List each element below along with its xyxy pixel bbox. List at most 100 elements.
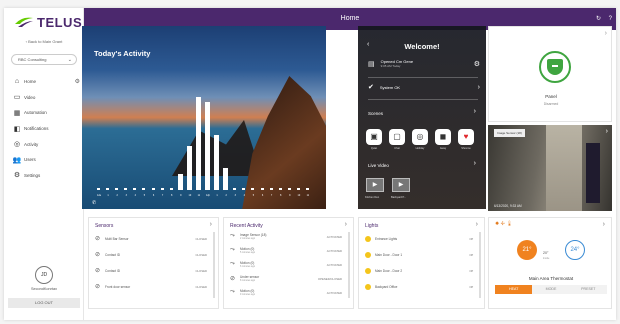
scenes-label: Scenes <box>368 111 384 116</box>
thermostat-tabs: HEAT MODE PRESET <box>495 285 607 294</box>
chevron-right-icon[interactable]: › <box>345 221 347 228</box>
chevron-right-icon[interactable]: › <box>210 221 212 228</box>
sidebar-item-home[interactable]: ⌂ Home ⚙ <box>10 74 80 90</box>
activity-baseline-mark <box>278 188 282 190</box>
sidebar-item-label: Video <box>24 94 36 100</box>
activity-baseline-mark <box>124 188 128 190</box>
system-status-row[interactable]: ✔ System OK › <box>368 83 480 92</box>
phone-icon[interactable]: ✆ <box>92 200 96 206</box>
sidebar-item-video[interactable]: ▭ Video <box>10 90 80 106</box>
sidebar-item-users[interactable]: 👥 Users <box>10 152 80 168</box>
scene-away-button[interactable]: ◼ <box>435 129 451 145</box>
light-row[interactable]: Entrance Lights Off <box>365 234 473 243</box>
scene-label: Shovme <box>461 147 471 150</box>
gear-icon[interactable]: ⚙ <box>75 78 80 85</box>
scrollbar[interactable] <box>479 232 481 298</box>
sensor-value: CLOSED <box>195 236 207 241</box>
scene-label: Quiet <box>370 147 378 150</box>
sensor-row[interactable]: ⊘ Contact ID CLOSED <box>95 266 207 275</box>
recent-activity-title[interactable]: Recent Activity <box>230 223 263 229</box>
scene-holiday-button[interactable]: ◎ <box>412 129 428 145</box>
sensor-name: Multi Bar Sensor <box>105 236 129 241</box>
sensor-row[interactable]: ⊘ Contact ID CLOSED <box>95 250 207 259</box>
live-video-thumb-backyard[interactable]: ▶ <box>392 178 410 192</box>
activity-row[interactable]: ⤳ Image Sensor (18) 2 minutes ago ACTIVATED <box>230 232 342 241</box>
recent-activity-card: Recent Activity › ⤳ Image Sensor (18) 2 mi… <box>223 217 354 309</box>
chevron-right-icon[interactable]: › <box>606 128 608 135</box>
chevron-right-icon[interactable]: › <box>474 108 476 115</box>
user-name: SecondKonrtax <box>31 287 57 291</box>
heat-setpoint[interactable]: 21° <box>517 240 537 260</box>
light-row[interactable]: Main Door - Door 1 Off <box>365 250 473 259</box>
shield-icon[interactable] <box>539 51 571 83</box>
sidebar-item-activity[interactable]: ◎ Activity <box>10 136 80 152</box>
avatar[interactable]: JD <box>35 266 53 284</box>
light-row[interactable]: Backyard Office Off <box>365 282 473 291</box>
logout-button[interactable]: LOG OUT <box>8 298 80 308</box>
thermostat-status-icons: ✹ ✢ 🌡 <box>495 221 513 227</box>
light-state: Off <box>469 268 473 273</box>
refresh-icon[interactable]: ↻ <box>596 16 601 22</box>
scrollbar[interactable] <box>213 232 215 298</box>
sidebar-item-automation[interactable]: ▦ Automation <box>10 105 80 121</box>
scene-chat-button[interactable]: ▢ <box>389 129 405 145</box>
activity-baseline-mark <box>160 188 164 190</box>
scene-label: Away <box>439 147 447 150</box>
live-video-label: Live Video <box>368 163 389 168</box>
activity-tick-label: 11 <box>197 194 201 197</box>
lights-title[interactable]: Lights <box>365 223 378 229</box>
live-video-thumb-kitchen[interactable]: ▶ <box>366 178 384 192</box>
motion-icon: ⤳ <box>230 261 235 267</box>
cool-setpoint[interactable]: 24° <box>565 240 585 260</box>
activity-row[interactable]: ⊘ Under sensor 8 minutes ago OPENED/CLOSED <box>230 274 342 283</box>
chevron-right-icon[interactable]: › <box>474 160 476 167</box>
activity-card[interactable]: Today's Activity 12a 1 2 3 4 5 6 7 8 9 10 11 12p 1 2 3 4… <box>82 26 326 209</box>
sensor-name: Front door sensor <box>105 284 131 289</box>
account-select[interactable]: RBC Consulting ⌄ <box>11 54 77 65</box>
bulb-icon[interactable] <box>365 251 371 258</box>
light-name: Main Door - Door 1 <box>375 252 403 257</box>
activity-tick-label: 7 <box>161 194 164 197</box>
tab-preset[interactable]: PRESET <box>569 285 607 294</box>
scene-label: Chat <box>394 147 400 150</box>
chevron-right-icon[interactable]: › <box>603 221 605 228</box>
panel-card[interactable]: › Panel Disarmed <box>488 26 612 122</box>
activity-row[interactable]: ⤳ Motion (0) 5 minutes ago ACTIVATED <box>230 246 342 255</box>
sensors-title[interactable]: Sensors <box>95 223 113 229</box>
activity-bar <box>186 146 192 190</box>
sidebar-item-notifications[interactable]: ◧ Notifications <box>10 121 80 137</box>
telus-logo[interactable]: TELUS <box>14 12 82 32</box>
activity-tick-label: 10 <box>297 194 301 197</box>
tab-heat[interactable]: HEAT <box>495 285 533 294</box>
tab-mode[interactable]: MODE <box>532 285 570 294</box>
flame-icon: ✹ <box>495 221 500 227</box>
scene-shovme-button[interactable]: ♥ <box>458 129 474 145</box>
last-event-row[interactable]: ▤ Opened Cm Gene 9:05 AM Today ⚙ <box>368 59 480 68</box>
thermostat-name: Main Area Thermostat <box>528 276 574 281</box>
activity-row[interactable]: ⤳ Motion (0) 6 minutes ago ACTIVATED <box>230 260 342 269</box>
scene-quiet-button[interactable]: ▣ <box>366 129 382 145</box>
bulb-icon[interactable] <box>365 267 371 274</box>
activity-baseline-mark <box>133 188 137 190</box>
motion-icon: ⤳ <box>230 247 235 253</box>
light-row[interactable]: Main Door - Door 2 Off <box>365 266 473 275</box>
activity-value: ACTIVATED <box>326 234 342 239</box>
activity-row[interactable]: ⤳ Motion (0) 9 minutes ago ACTIVATED <box>230 288 342 297</box>
scrollbar[interactable] <box>348 232 350 298</box>
sensor-row[interactable]: ⊘ Multi Bar Sensor CLOSED <box>95 234 207 243</box>
chevron-right-icon[interactable]: › <box>476 221 478 228</box>
activity-tick-label: 9 <box>289 194 291 197</box>
gear-icon[interactable]: ⚙ <box>474 60 480 68</box>
activity-value: ACTIVATED <box>326 248 342 253</box>
sidebar-item-settings[interactable]: ⚙ Settings <box>10 168 80 184</box>
back-link[interactable]: ‹ Back to Main Grant <box>4 39 84 44</box>
motion-icon: ⤳ <box>230 289 235 295</box>
activity-bar <box>205 102 210 190</box>
help-icon[interactable]: ? <box>609 16 612 22</box>
sidebar-item-label: Settings <box>24 172 41 178</box>
sensor-icon: ⊘ <box>95 284 101 290</box>
bulb-icon[interactable] <box>365 235 371 242</box>
bulb-icon[interactable] <box>365 283 371 290</box>
sensor-row[interactable]: ⊘ Front door sensor CLOSED <box>95 282 207 291</box>
camera-feed[interactable]: Image Sensor (18) › 6/13/2020, 9:33 AM <box>488 125 612 211</box>
